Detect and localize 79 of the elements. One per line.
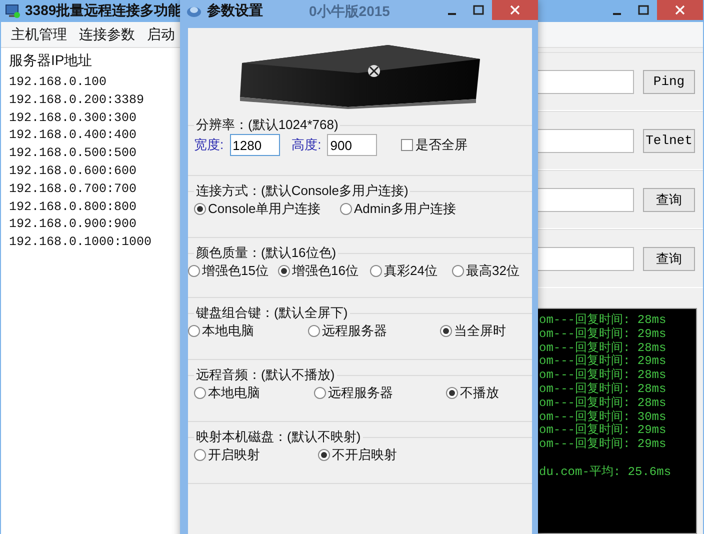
- radio-label: 远程服务器: [322, 322, 387, 340]
- server-address[interactable]: 192.168.0.400:400: [9, 127, 180, 146]
- console-line: om---回复时间: 29ms: [539, 438, 668, 452]
- fullscreen-checkbox[interactable]: 是否全屏: [401, 136, 468, 154]
- radio-option[interactable]: 本地电脑: [188, 322, 302, 340]
- radio-label: 最高32位: [466, 262, 520, 280]
- dialog-icon: [186, 4, 202, 18]
- menu-item[interactable]: 连接参数: [73, 26, 141, 44]
- radio-option[interactable]: 开启映射: [194, 446, 312, 464]
- close-button[interactable]: [492, 0, 538, 20]
- console-line: om---回复时间: 28ms: [539, 382, 668, 396]
- radio-label: 不播放: [460, 384, 499, 402]
- console-line: om---回复时间: 29ms: [539, 424, 668, 438]
- radio-option[interactable]: 真彩24位: [370, 262, 450, 280]
- close-icon: [675, 5, 685, 15]
- window-title: 0小牛版2015: [309, 3, 390, 21]
- server-address[interactable]: 192.168.0.200:3389: [9, 92, 180, 110]
- radio-label: 不开启映射: [332, 446, 397, 464]
- radio-label: 真彩24位: [384, 262, 438, 280]
- radio-label: 本地电脑: [202, 322, 254, 340]
- height-field[interactable]: 900: [327, 134, 378, 156]
- server-address[interactable]: 192.168.0.900:900: [9, 216, 180, 234]
- close-button[interactable]: [657, 0, 703, 20]
- group-title: 颜色质量：(默认16位色): [195, 244, 338, 262]
- radio-option[interactable]: 增强色15位: [188, 262, 276, 280]
- console-line: om---回复时间: 28ms: [539, 314, 668, 327]
- radio-label: 增强色16位: [292, 262, 358, 280]
- console-line: om---回复时间: 29ms: [539, 355, 668, 368]
- action-button[interactable]: 查询: [643, 246, 695, 270]
- server-address[interactable]: 192.168.0.300:300: [9, 110, 180, 128]
- radio-label: 远程服务器: [328, 384, 393, 402]
- height-label: 高度:: [292, 136, 322, 154]
- server-address[interactable]: 192.168.0.100: [9, 74, 180, 92]
- group-title: 键盘组合键：(默认全屏下): [195, 304, 349, 322]
- dialog-title: 参数设置: [207, 2, 263, 20]
- maximize-icon: [473, 5, 484, 15]
- radio-label: Console单用户连接: [208, 200, 321, 218]
- radio-label: 当全屏时: [454, 322, 506, 340]
- menu-item[interactable]: 主机管理: [5, 26, 73, 44]
- action-button[interactable]: Telnet: [643, 128, 695, 152]
- action-button[interactable]: Ping: [643, 70, 695, 94]
- group-title: 远程音频：(默认不播放): [195, 366, 336, 384]
- group-title: 分辨率：(默认1024*768): [195, 116, 340, 134]
- console-line: om---回复时间: 30ms: [539, 410, 668, 424]
- group-title: 连接方式：(默认Console多用户连接): [195, 182, 410, 200]
- console-line: om---回复时间: 28ms: [539, 369, 668, 382]
- radio-option[interactable]: 远程服务器: [314, 384, 440, 402]
- close-icon: [510, 5, 520, 15]
- radio-label: 增强色15位: [202, 262, 268, 280]
- radio-label: 本地电脑: [208, 384, 260, 402]
- radio-option[interactable]: 不播放: [446, 384, 499, 402]
- maximize-icon: [638, 5, 649, 15]
- server-address[interactable]: 192.168.0.800:800: [9, 198, 180, 216]
- radio-label: 开启映射: [208, 446, 260, 464]
- console-summary: du.com-平均: 25.6ms: [539, 466, 672, 480]
- width-field[interactable]: 1280: [230, 134, 280, 156]
- radio-option[interactable]: 增强色16位: [278, 262, 368, 280]
- radio-option[interactable]: 本地电脑: [194, 384, 308, 402]
- list-header: 服务器IP地址: [9, 52, 94, 70]
- console-line: om---回复时间: 29ms: [539, 328, 668, 341]
- checkbox-label: 是否全屏: [415, 136, 468, 154]
- radio-option[interactable]: 当全屏时: [440, 322, 506, 340]
- server-address[interactable]: 192.168.0.600:600: [9, 162, 180, 181]
- server-address[interactable]: 192.168.0.500:500: [9, 145, 180, 163]
- minimize-icon: [448, 13, 456, 15]
- radio-option[interactable]: 远程服务器: [308, 322, 434, 340]
- group-title: 映射本机磁盘：(默认不映射): [195, 428, 362, 446]
- minimize-icon: [612, 13, 620, 15]
- server-address[interactable]: 192.168.0.700:700: [9, 180, 180, 199]
- server-address[interactable]: 192.168.0.1000:1000: [9, 234, 180, 252]
- action-button[interactable]: 查询: [643, 188, 695, 212]
- app-icon: [5, 3, 21, 19]
- console-line: om---回复时间: 28ms: [539, 396, 668, 410]
- menu-item[interactable]: 启动: [141, 26, 181, 44]
- radio-option[interactable]: 不开启映射: [318, 446, 397, 464]
- radio-option[interactable]: Console单用户连接: [194, 200, 334, 218]
- radio-option[interactable]: 最高32位: [452, 262, 520, 280]
- width-label: 宽度:: [194, 136, 224, 154]
- console-line: om---回复时间: 28ms: [539, 342, 668, 355]
